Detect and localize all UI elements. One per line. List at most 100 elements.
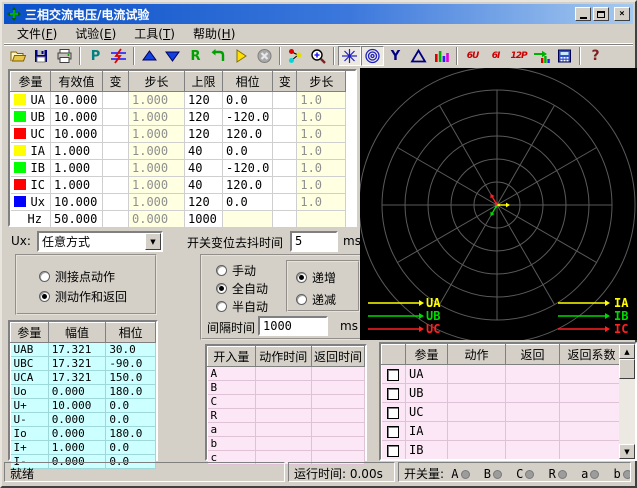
value-cell[interactable] <box>103 194 129 211</box>
value-cell[interactable] <box>103 160 129 177</box>
harmonic-button[interactable] <box>530 46 553 66</box>
menu-item-2[interactable]: 工具(T) <box>125 23 184 44</box>
wye-button[interactable]: Y <box>384 46 407 66</box>
test-mode-option[interactable]: 测动作和返回 <box>39 288 127 305</box>
value-cell[interactable] <box>273 126 297 143</box>
value-cell[interactable]: 1.000 <box>51 143 103 160</box>
auto-mode-option[interactable]: 半自动 <box>216 298 268 315</box>
checkbox[interactable] <box>387 388 399 400</box>
title-bar[interactable]: 三相交流电压/电流试验 × <box>4 4 633 24</box>
value-cell[interactable]: -120.0 <box>223 109 273 126</box>
lightning-button[interactable] <box>107 46 130 66</box>
value-cell[interactable] <box>273 109 297 126</box>
value-cell[interactable]: 1.000 <box>51 177 103 194</box>
value-cell[interactable] <box>103 109 129 126</box>
value-cell[interactable]: 0.0 <box>223 92 273 109</box>
start-button[interactable] <box>230 46 253 66</box>
value-cell[interactable]: 1.0 <box>297 194 346 211</box>
calculator-button[interactable] <box>553 46 576 66</box>
value-cell[interactable]: 120 <box>185 92 223 109</box>
auto-mode-option[interactable]: 全自动 <box>216 280 268 297</box>
value-cell[interactable]: 1.0 <box>297 177 346 194</box>
value-cell[interactable]: 1.000 <box>51 160 103 177</box>
checkbox[interactable] <box>387 369 399 381</box>
six-i-button[interactable]: 6I <box>484 46 507 66</box>
value-cell[interactable]: -120.0 <box>223 160 273 177</box>
value-cell[interactable] <box>103 92 129 109</box>
value-cell[interactable]: 120 <box>185 194 223 211</box>
debounce-input[interactable]: 5 <box>290 231 338 252</box>
twelve-p-button[interactable]: 12P <box>507 46 530 66</box>
value-cell[interactable]: 0.0 <box>223 194 273 211</box>
value-cell[interactable]: 1.000 <box>129 92 185 109</box>
minimize-button[interactable] <box>575 7 591 21</box>
step-up-button[interactable] <box>138 46 161 66</box>
open-button[interactable] <box>7 46 30 66</box>
value-cell[interactable]: 0.000 <box>129 211 185 228</box>
value-cell[interactable]: 1.000 <box>129 194 185 211</box>
save-button[interactable] <box>30 46 53 66</box>
stop-button[interactable] <box>253 46 276 66</box>
value-cell[interactable]: 1.000 <box>129 143 185 160</box>
value-cell[interactable]: 10.000 <box>51 92 103 109</box>
scroll-up-button[interactable]: ▲ <box>619 344 635 359</box>
checkbox[interactable] <box>387 407 399 419</box>
print-button[interactable] <box>53 46 76 66</box>
scroll-down-button[interactable]: ▼ <box>619 444 635 459</box>
value-cell[interactable] <box>273 92 297 109</box>
step-down-button[interactable] <box>161 46 184 66</box>
value-cell[interactable] <box>103 143 129 160</box>
value-cell[interactable]: 40 <box>185 160 223 177</box>
value-cell[interactable]: 1.0 <box>297 126 346 143</box>
undo-button[interactable] <box>207 46 230 66</box>
value-cell[interactable]: 1.0 <box>297 109 346 126</box>
value-cell[interactable] <box>273 194 297 211</box>
value-cell[interactable]: 0.0 <box>223 143 273 160</box>
value-cell[interactable] <box>103 177 129 194</box>
value-cell[interactable]: 120 <box>185 126 223 143</box>
interval-input[interactable]: 1000 <box>258 316 328 336</box>
value-cell[interactable]: 10.000 <box>51 126 103 143</box>
six-u-button[interactable]: 6U <box>461 46 484 66</box>
zoom-button[interactable] <box>307 46 330 66</box>
value-cell[interactable]: 1.000 <box>129 109 185 126</box>
value-cell[interactable]: 40 <box>185 177 223 194</box>
value-cell[interactable] <box>273 177 297 194</box>
value-cell[interactable]: 1.0 <box>297 143 346 160</box>
scrollbar-thumb[interactable] <box>619 359 635 379</box>
value-cell[interactable]: 1.000 <box>129 160 185 177</box>
value-cell[interactable]: 1.0 <box>297 92 346 109</box>
value-cell[interactable]: 1.000 <box>129 177 185 194</box>
maximize-button[interactable] <box>593 7 609 21</box>
value-cell[interactable]: 50.000 <box>51 211 103 228</box>
value-cell[interactable] <box>103 211 129 228</box>
checkbox[interactable] <box>387 426 399 438</box>
value-cell[interactable]: 1000 <box>185 211 223 228</box>
p-mode-button[interactable]: P <box>84 46 107 66</box>
value-cell[interactable] <box>273 160 297 177</box>
test-mode-option[interactable]: 测接点动作 <box>39 268 115 285</box>
direction-option[interactable]: 递增 <box>296 269 336 286</box>
reset-button[interactable]: R <box>184 46 207 66</box>
value-cell[interactable]: 10.000 <box>51 109 103 126</box>
close-button[interactable]: × <box>614 7 630 21</box>
crosshair-button[interactable] <box>338 46 361 66</box>
phasor-button[interactable] <box>284 46 307 66</box>
value-cell[interactable] <box>273 211 297 228</box>
checkbox[interactable] <box>387 445 399 457</box>
value-cell[interactable] <box>297 211 346 228</box>
value-cell[interactable]: 1.000 <box>129 126 185 143</box>
value-cell[interactable] <box>103 126 129 143</box>
menu-item-3[interactable]: 帮助(H) <box>184 23 244 44</box>
value-cell[interactable]: 1.0 <box>297 160 346 177</box>
value-cell[interactable]: 120.0 <box>223 177 273 194</box>
value-cell[interactable]: 40 <box>185 143 223 160</box>
combo-dropdown-button[interactable]: ▼ <box>145 233 161 250</box>
help-button[interactable]: ? <box>584 46 607 66</box>
result-scrollbar[interactable]: ▲ ▼ <box>619 344 635 459</box>
direction-option[interactable]: 递减 <box>296 291 336 308</box>
value-cell[interactable]: 120 <box>185 109 223 126</box>
menu-item-1[interactable]: 试验(E) <box>66 23 125 44</box>
rings-button[interactable] <box>361 46 384 66</box>
value-cell[interactable] <box>223 211 273 228</box>
